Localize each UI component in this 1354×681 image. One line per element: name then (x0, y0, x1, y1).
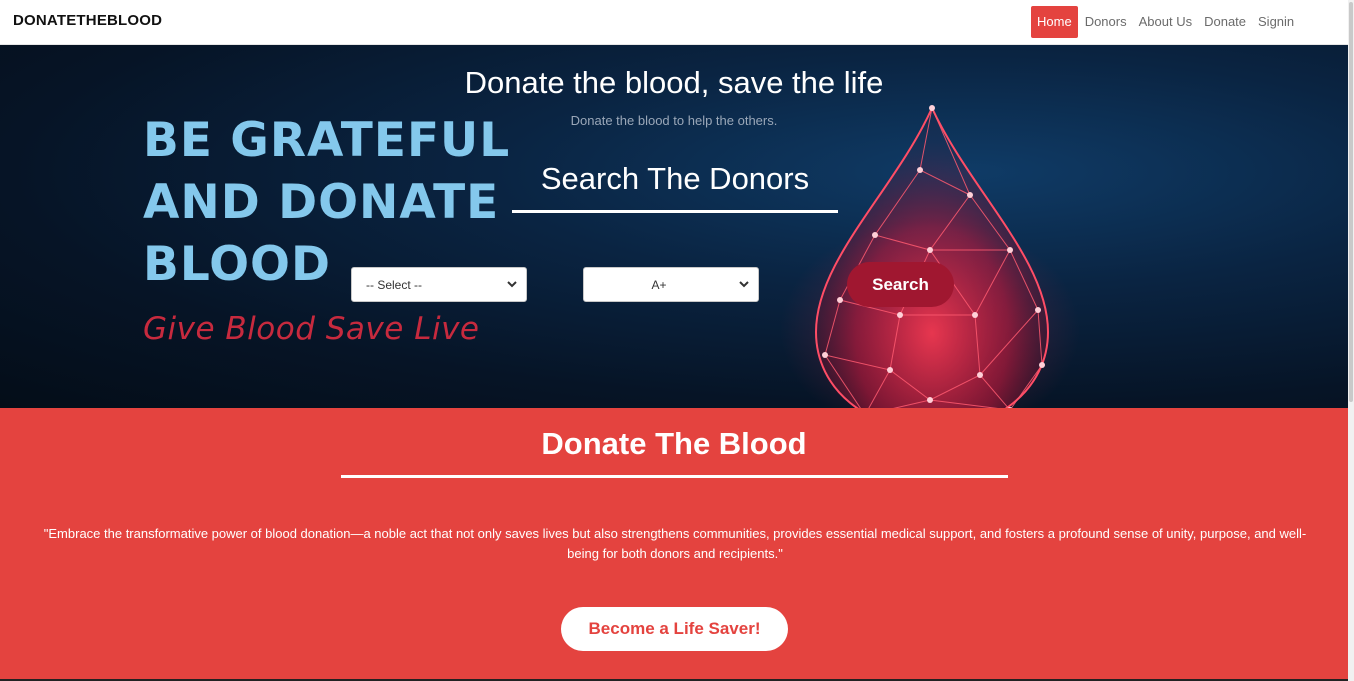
poster-line-3: BLOOD (143, 237, 332, 292)
blood-group-select-value: A+ (651, 278, 667, 292)
poster-tagline: Give Blood Save Live (143, 311, 480, 347)
nav-home-link[interactable]: Home (1031, 6, 1078, 38)
become-life-saver-button[interactable]: Become a Life Saver! (561, 607, 788, 651)
donate-section: Donate The Blood "Embrace the transforma… (0, 408, 1348, 681)
nav-donate-link[interactable]: Donate (1198, 6, 1252, 38)
nav-signin-link[interactable]: Signin (1252, 6, 1300, 38)
section-quote: "Embrace the transformative power of blo… (43, 526, 1307, 561)
scrollbar-thumb[interactable] (1349, 2, 1353, 402)
blood-group-select[interactable]: A+ (583, 267, 759, 302)
navbar: DONATETHEBLOOD Home Donors About Us Dona… (0, 0, 1348, 45)
hero-title: Donate the blood, save the life (464, 65, 884, 100)
nav-about-link[interactable]: About Us (1133, 6, 1198, 38)
hero-subtitle: Donate the blood to help the others. (570, 113, 778, 128)
nav-donors-link[interactable]: Donors (1079, 6, 1133, 38)
chevron-down-icon (507, 281, 517, 288)
section-title-underline (341, 475, 1008, 478)
search-heading-underline (512, 210, 838, 213)
hero-section: BE GRATEFUL AND DONATE BLOOD Give Blood … (0, 45, 1348, 408)
city-select[interactable]: -- Select -- (351, 267, 527, 302)
brand-logo[interactable]: DONATETHEBLOOD (13, 12, 162, 29)
search-heading: Search The Donors (540, 161, 810, 196)
search-button[interactable]: Search (847, 262, 954, 307)
vertical-scrollbar[interactable] (1348, 0, 1354, 681)
page: DONATETHEBLOOD Home Donors About Us Dona… (0, 0, 1354, 681)
section-title: Donate The Blood (541, 426, 807, 461)
nav-links: Home Donors About Us Donate Signin (1031, 6, 1300, 38)
poster-line-2: AND DONATE (143, 175, 500, 230)
city-select-value: -- Select -- (366, 278, 423, 292)
chevron-down-icon (739, 281, 749, 288)
blood-drop-illustration (780, 105, 1080, 408)
